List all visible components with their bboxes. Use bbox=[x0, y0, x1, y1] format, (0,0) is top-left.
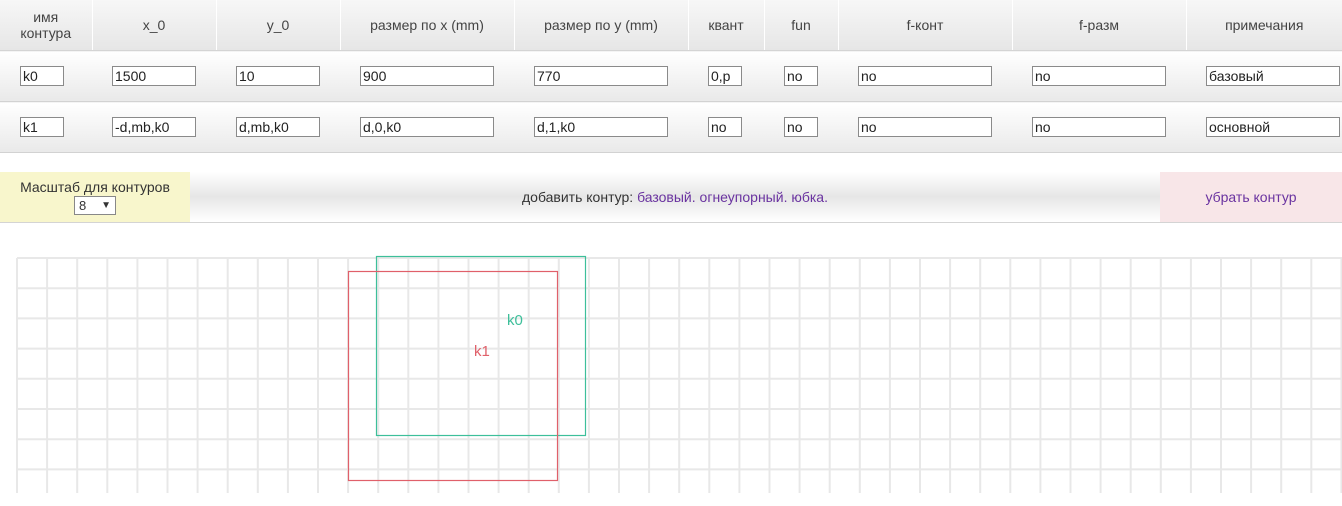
header-size-x: размер по x (mm) bbox=[339, 0, 514, 51]
fun-input[interactable] bbox=[784, 66, 818, 86]
header-fkont: f-конт bbox=[837, 0, 1012, 51]
add-contour-label: добавить контур: bbox=[521, 189, 634, 205]
note-input[interactable] bbox=[1206, 117, 1340, 137]
contour-toolbar: Масштаб для контуров 8 ▼ добавить контур… bbox=[0, 172, 1342, 223]
header-size-y: размер по y (mm) bbox=[513, 0, 688, 51]
name-input[interactable] bbox=[20, 117, 64, 137]
header-x0: x_0 bbox=[91, 0, 216, 51]
scale-label: Масштаб для контуров bbox=[20, 179, 170, 195]
remove-contour-button[interactable]: убрать контур bbox=[1160, 172, 1342, 222]
fkont-input[interactable] bbox=[858, 117, 992, 137]
add-refractory-contour-link[interactable]: огнеупорный. bbox=[700, 189, 788, 205]
x0-input[interactable] bbox=[112, 66, 196, 86]
size-x-input[interactable] bbox=[360, 66, 494, 86]
add-base-contour-link[interactable]: базовый. bbox=[637, 189, 696, 205]
header-fun: fun bbox=[763, 0, 838, 51]
x0-input[interactable] bbox=[112, 117, 196, 137]
name-input[interactable] bbox=[20, 66, 64, 86]
kvant-input[interactable] bbox=[708, 66, 742, 86]
header-kvant: квант bbox=[687, 0, 764, 51]
add-skirt-contour-link[interactable]: юбка. bbox=[791, 189, 828, 205]
contours-table: имя контура x_0 y_0 размер по x (mm) разм… bbox=[0, 0, 1342, 153]
table-row bbox=[0, 101, 1342, 153]
scale-select-value: 8 bbox=[79, 198, 87, 213]
frazm-input[interactable] bbox=[1032, 117, 1166, 137]
y0-input[interactable] bbox=[236, 117, 320, 137]
scale-panel: Масштаб для контуров 8 ▼ bbox=[0, 172, 190, 222]
table-row bbox=[0, 50, 1342, 102]
contour-canvas[interactable]: k0 k1 bbox=[0, 222, 1342, 506]
header-y0: y_0 bbox=[215, 0, 340, 51]
kvant-input[interactable] bbox=[708, 117, 742, 137]
dropdown-arrow-icon: ▼ bbox=[101, 200, 111, 211]
contour-k1-label: k1 bbox=[474, 343, 490, 360]
contour-k1-outline bbox=[347, 270, 559, 482]
size-y-input[interactable] bbox=[534, 66, 668, 86]
canvas-grid bbox=[16, 257, 1342, 493]
header-notes: примечания bbox=[1185, 0, 1342, 51]
size-y-input[interactable] bbox=[534, 117, 668, 137]
header-name: имя контура bbox=[0, 0, 92, 51]
add-contour-panel: добавить контур: базовый. огнеупорный. ю… bbox=[190, 172, 1160, 222]
frazm-input[interactable] bbox=[1032, 66, 1166, 86]
table-header-row: имя контура x_0 y_0 размер по x (mm) разм… bbox=[0, 0, 1342, 51]
y0-input[interactable] bbox=[236, 66, 320, 86]
contour-k0-label: k0 bbox=[507, 312, 523, 329]
fkont-input[interactable] bbox=[858, 66, 992, 86]
fun-input[interactable] bbox=[784, 117, 818, 137]
size-x-input[interactable] bbox=[360, 117, 494, 137]
header-frazm: f-разм bbox=[1011, 0, 1186, 51]
note-input[interactable] bbox=[1206, 66, 1340, 86]
scale-select[interactable]: 8 ▼ bbox=[74, 196, 116, 215]
